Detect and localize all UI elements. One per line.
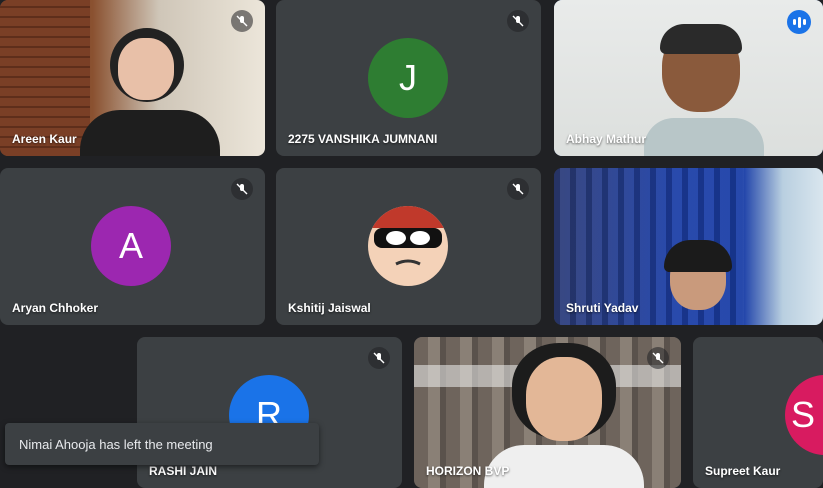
- mic-off-icon: [507, 178, 529, 200]
- avatar: A: [91, 206, 171, 286]
- participant-tile-supreet-kaur[interactable]: S Supreet Kaur: [693, 337, 823, 488]
- participant-tile-kshitij-jaiswal[interactable]: Kshitij Jaiswal: [276, 168, 541, 325]
- mic-off-icon: [231, 178, 253, 200]
- avatar: J: [368, 38, 448, 118]
- avatar-initial: J: [399, 57, 417, 98]
- mic-off-icon: [647, 347, 669, 369]
- participant-tile-aryan-chhoker[interactable]: A Aryan Chhoker: [0, 168, 265, 325]
- participant-name: 2275 VANSHIKA JUMNANI: [288, 132, 438, 146]
- participant-tile-rashi-jain[interactable]: R RASHI JAIN: [137, 337, 402, 488]
- participant-tile-abhay-mathur[interactable]: Abhay Mathur: [554, 0, 823, 156]
- participant-name: RASHI JAIN: [149, 464, 218, 478]
- participant-name: Aryan Chhoker: [12, 301, 99, 315]
- avatar: S: [785, 375, 823, 455]
- participant-name: Shruti Yadav: [566, 301, 639, 315]
- participant-name: HORIZON BVP: [426, 464, 510, 478]
- avatar-initial: A: [118, 225, 143, 266]
- notification-toast: Nimai Ahooja has left the meeting: [5, 423, 319, 465]
- notification-text: Nimai Ahooja has left the meeting: [19, 436, 213, 452]
- mic-off-icon: [507, 10, 529, 32]
- participant-name: Abhay Mathur: [566, 132, 647, 146]
- mic-off-icon: [368, 347, 390, 369]
- cartoon-face-icon: [368, 206, 448, 266]
- participant-tile-areen-kaur[interactable]: Areen Kaur: [0, 0, 265, 156]
- avatar-initial: S: [790, 394, 815, 435]
- participant-tile-horizon-bvp[interactable]: HORIZON BVP: [414, 337, 681, 488]
- participant-name: Kshitij Jaiswal: [288, 301, 371, 315]
- participant-name: Supreet Kaur: [705, 464, 781, 478]
- participant-tile-shruti-yadav[interactable]: Shruti Yadav: [554, 168, 823, 325]
- participant-tile-vanshika[interactable]: J 2275 VANSHIKA JUMNANI: [276, 0, 541, 156]
- mic-off-icon: [231, 10, 253, 32]
- speaking-indicator-icon: [787, 10, 811, 34]
- participant-name: Areen Kaur: [12, 132, 77, 146]
- cartoon-avatar: [368, 206, 448, 286]
